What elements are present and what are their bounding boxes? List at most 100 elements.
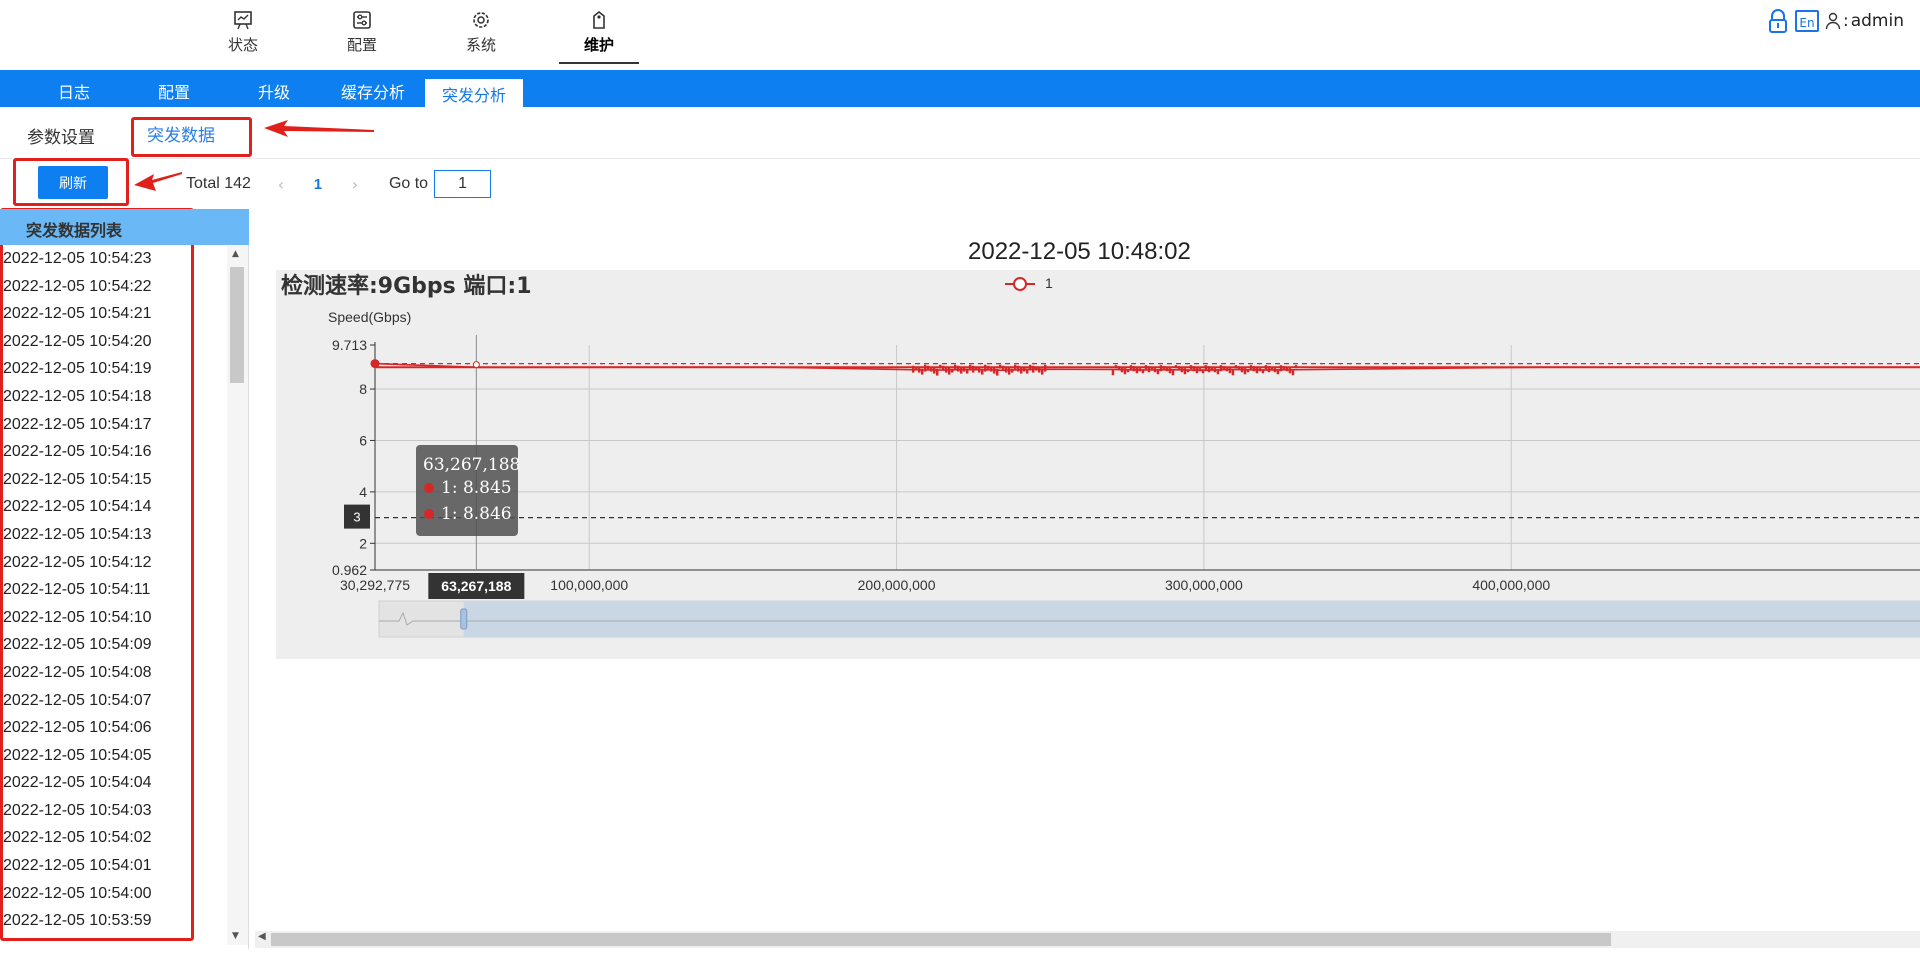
horizontal-scrollbar[interactable]: ◀ [255, 931, 1920, 948]
series-burst-point[interactable] [1216, 369, 1220, 375]
series-burst-point[interactable] [989, 366, 993, 372]
series-burst-point[interactable] [1186, 369, 1190, 373]
list-item[interactable]: 2022-12-05 10:54:04 [0, 769, 248, 797]
series-burst-point[interactable] [1022, 367, 1026, 372]
series-burst-point[interactable] [1013, 364, 1017, 370]
series-burst-point[interactable] [932, 367, 936, 374]
series-burst-point[interactable] [1192, 366, 1196, 372]
series-burst-point[interactable] [935, 368, 939, 376]
series-burst-point[interactable] [1231, 369, 1235, 376]
list-item[interactable]: 2022-12-05 10:54:03 [0, 797, 248, 825]
list-item[interactable]: 2022-12-05 10:54:00 [0, 880, 248, 908]
scroll-up-icon[interactable]: ▲ [232, 249, 239, 259]
series-burst-point[interactable] [1138, 368, 1142, 372]
series-burst-point[interactable] [911, 365, 915, 373]
series-burst-point[interactable] [1291, 369, 1295, 376]
series-burst-point[interactable] [1207, 366, 1211, 373]
series-burst-point[interactable] [986, 365, 990, 370]
series-burst-point[interactable] [1123, 368, 1127, 375]
list-item[interactable]: 2022-12-05 10:54:18 [0, 383, 248, 411]
series-burst-point[interactable] [1183, 368, 1187, 375]
series-burst-point[interactable] [1258, 368, 1262, 372]
series-burst-point[interactable] [965, 368, 969, 374]
user-menu[interactable]: : admin [1825, 11, 1904, 31]
series-burst-point[interactable] [1246, 369, 1250, 373]
series-burst-point[interactable] [1195, 367, 1199, 374]
tab-log[interactable]: 日志 [58, 79, 90, 107]
series-burst-point[interactable] [1219, 365, 1223, 372]
series-burst-point[interactable] [971, 365, 975, 373]
series-burst-point[interactable] [1034, 366, 1038, 371]
list-item[interactable]: 2022-12-05 10:54:22 [0, 273, 248, 301]
horizontal-scroll-thumb[interactable] [271, 933, 1611, 946]
series-point-start[interactable] [370, 359, 380, 369]
series-burst-point[interactable] [1267, 366, 1271, 373]
series-burst-point[interactable] [1129, 365, 1133, 370]
series-burst-point[interactable] [1252, 366, 1256, 372]
language-switch-icon[interactable]: En [1794, 10, 1819, 32]
series-burst-point[interactable] [1126, 369, 1130, 373]
list-item[interactable]: 2022-12-05 10:54:07 [0, 687, 248, 715]
series-burst-point[interactable] [1132, 366, 1136, 372]
series-burst-point[interactable] [995, 368, 999, 376]
tab-config[interactable]: 配置 [158, 79, 190, 107]
series-burst-point[interactable] [992, 367, 996, 374]
series-burst-point[interactable] [1198, 368, 1202, 372]
nav-item-system[interactable]: 系统 [441, 10, 521, 55]
series-burst-point[interactable] [1243, 368, 1247, 375]
list-item[interactable]: 2022-12-05 10:54:09 [0, 631, 248, 659]
series-burst-point[interactable] [917, 367, 921, 373]
series-burst-point[interactable] [998, 364, 1002, 369]
series-burst-point[interactable] [1225, 367, 1229, 372]
list-item[interactable]: 2022-12-05 10:54:13 [0, 521, 248, 549]
series-burst-point[interactable] [1204, 365, 1208, 371]
list-item[interactable]: 2022-12-05 10:54:12 [0, 549, 248, 577]
series-burst-point[interactable] [1028, 364, 1032, 371]
series-burst-point[interactable] [1288, 368, 1292, 374]
series-burst-point[interactable] [962, 367, 966, 372]
nav-item-status[interactable]: 状态 [203, 10, 283, 55]
series-burst-point[interactable] [1147, 366, 1151, 373]
series-burst-point[interactable] [1001, 365, 1005, 371]
series-burst-point[interactable] [1120, 367, 1124, 373]
series-burst-point[interactable] [1114, 365, 1118, 369]
series-burst-point[interactable] [1270, 367, 1274, 371]
series-burst-point[interactable] [983, 364, 987, 372]
series-burst-point[interactable] [1019, 366, 1023, 374]
tab-upgrade[interactable]: 升级 [258, 79, 290, 107]
series-burst-point[interactable] [1228, 368, 1232, 374]
series-burst-point[interactable] [1162, 366, 1166, 370]
series-burst-point[interactable] [1159, 365, 1163, 372]
list-item[interactable]: 2022-12-05 10:54:20 [0, 328, 248, 356]
series-burst-point[interactable] [1043, 364, 1047, 372]
series-burst-point[interactable] [1279, 365, 1283, 372]
list-item[interactable]: 2022-12-05 10:54:16 [0, 438, 248, 466]
series-burst-point[interactable] [1240, 367, 1244, 373]
series-burst-point[interactable] [926, 365, 930, 370]
series-burst-point[interactable] [1276, 369, 1280, 375]
series-burst-point[interactable] [914, 366, 918, 371]
list-item[interactable]: 2022-12-05 10:54:19 [0, 355, 248, 383]
list-scroll-thumb[interactable] [230, 267, 244, 383]
series-burst-point[interactable] [959, 366, 963, 374]
scroll-left-icon[interactable]: ◀ [258, 931, 266, 942]
series-burst-point[interactable] [1285, 367, 1289, 372]
series-burst-point[interactable] [941, 365, 945, 371]
series-burst-point[interactable] [1177, 366, 1181, 371]
series-burst-point[interactable] [1010, 368, 1014, 373]
page-number-current[interactable]: 1 [295, 176, 341, 193]
list-item[interactable]: 2022-12-05 10:54:05 [0, 742, 248, 770]
data-zoom-window[interactable] [463, 601, 1920, 637]
series-burst-point[interactable] [1210, 367, 1214, 371]
series-burst-point[interactable] [929, 366, 933, 372]
series-burst-point[interactable] [1234, 365, 1238, 369]
list-item[interactable]: 2022-12-05 10:54:14 [0, 493, 248, 521]
list-item[interactable]: 2022-12-05 10:54:17 [0, 411, 248, 439]
subtab-burst-data[interactable]: 突发数据 [147, 121, 215, 146]
series-burst-point[interactable] [1189, 365, 1193, 370]
series-burst-point[interactable] [1141, 369, 1145, 374]
series-burst-point[interactable] [1171, 369, 1175, 376]
list-item[interactable]: 2022-12-05 10:53:59 [0, 907, 248, 935]
list-item[interactable]: 2022-12-05 10:54:08 [0, 659, 248, 687]
series-burst-point[interactable] [923, 364, 927, 372]
